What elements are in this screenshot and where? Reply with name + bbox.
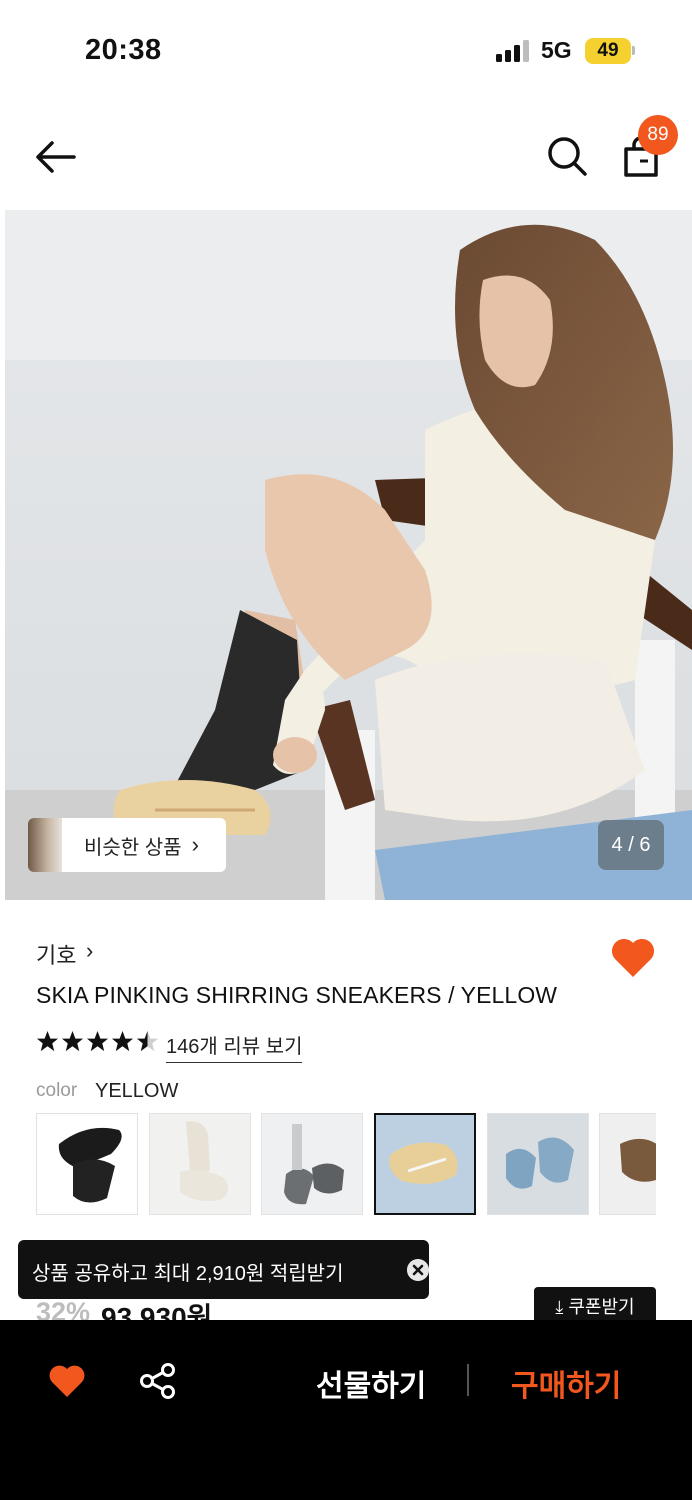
- toast-text: 상품 공유하고 최대 2,910원 적립받기: [32, 1263, 344, 1285]
- similar-products-button[interactable]: 비슷한 상품 ›: [28, 818, 226, 872]
- color-value: YELLOW: [95, 1080, 179, 1102]
- swatch-grey[interactable]: [261, 1113, 363, 1215]
- similar-products-label: 비슷한 상품: [84, 836, 182, 859]
- color-swatches: [36, 1113, 656, 1215]
- product-title: SKIA PINKING SHIRRING SNEAKERS / YELLOW: [36, 982, 558, 1008]
- swatch-blue[interactable]: [487, 1113, 589, 1215]
- close-icon[interactable]: [407, 1259, 429, 1281]
- signal-icon: [496, 40, 530, 62]
- divider: [467, 1364, 469, 1396]
- color-label: color: [36, 1080, 78, 1101]
- bottom-action-bar: 선물하기 구매하기: [0, 1320, 692, 1500]
- swatch-black[interactable]: [36, 1113, 138, 1215]
- chevron-right-icon[interactable]: ›: [86, 938, 93, 964]
- swatch-white-image: [180, 1121, 229, 1201]
- brand-link[interactable]: 기호: [36, 938, 76, 970]
- swatch-yellow-image: [389, 1142, 458, 1184]
- back-arrow-icon[interactable]: [30, 135, 82, 179]
- buy-button[interactable]: 구매하기: [511, 1361, 621, 1405]
- half-star-icon: [136, 1030, 159, 1052]
- rating-stars: [36, 1030, 159, 1053]
- star-icon: [111, 1030, 134, 1052]
- heart-icon[interactable]: [47, 1363, 87, 1399]
- top-nav: [0, 115, 692, 195]
- star-icon: [36, 1030, 59, 1052]
- product-image[interactable]: [5, 210, 692, 900]
- heart-icon[interactable]: [609, 935, 657, 979]
- review-link[interactable]: 146개 리뷰 보기: [166, 1030, 303, 1063]
- share-icon[interactable]: [139, 1362, 177, 1400]
- image-page-indicator: 4 / 6: [598, 820, 664, 870]
- star-icon: [86, 1030, 109, 1052]
- swatch-black-image: [58, 1127, 122, 1203]
- battery-icon: 49: [585, 38, 631, 64]
- status-bar: 20:38 5G 49: [0, 0, 692, 100]
- star-icon: [61, 1030, 84, 1052]
- swatch-brown-image: [620, 1138, 656, 1182]
- swatch-white[interactable]: [149, 1113, 251, 1215]
- status-time: 20:38: [85, 34, 162, 66]
- gift-button[interactable]: 선물하기: [316, 1361, 426, 1405]
- cart-count-badge: 89: [638, 115, 678, 155]
- chevron-right-icon: ›: [191, 832, 199, 857]
- battery-cap: [632, 46, 635, 55]
- swatch-grey-image: [284, 1124, 344, 1205]
- swatch-brown[interactable]: [599, 1113, 656, 1215]
- swatch-blue-image: [506, 1137, 574, 1189]
- share-reward-toast: 상품 공유하고 최대 2,910원 적립받기: [18, 1240, 429, 1299]
- swatch-yellow[interactable]: [374, 1113, 476, 1215]
- network-type: 5G: [541, 37, 572, 63]
- product-photo: [5, 210, 692, 900]
- search-icon[interactable]: [544, 133, 590, 179]
- similar-product-thumbnail: [28, 818, 62, 872]
